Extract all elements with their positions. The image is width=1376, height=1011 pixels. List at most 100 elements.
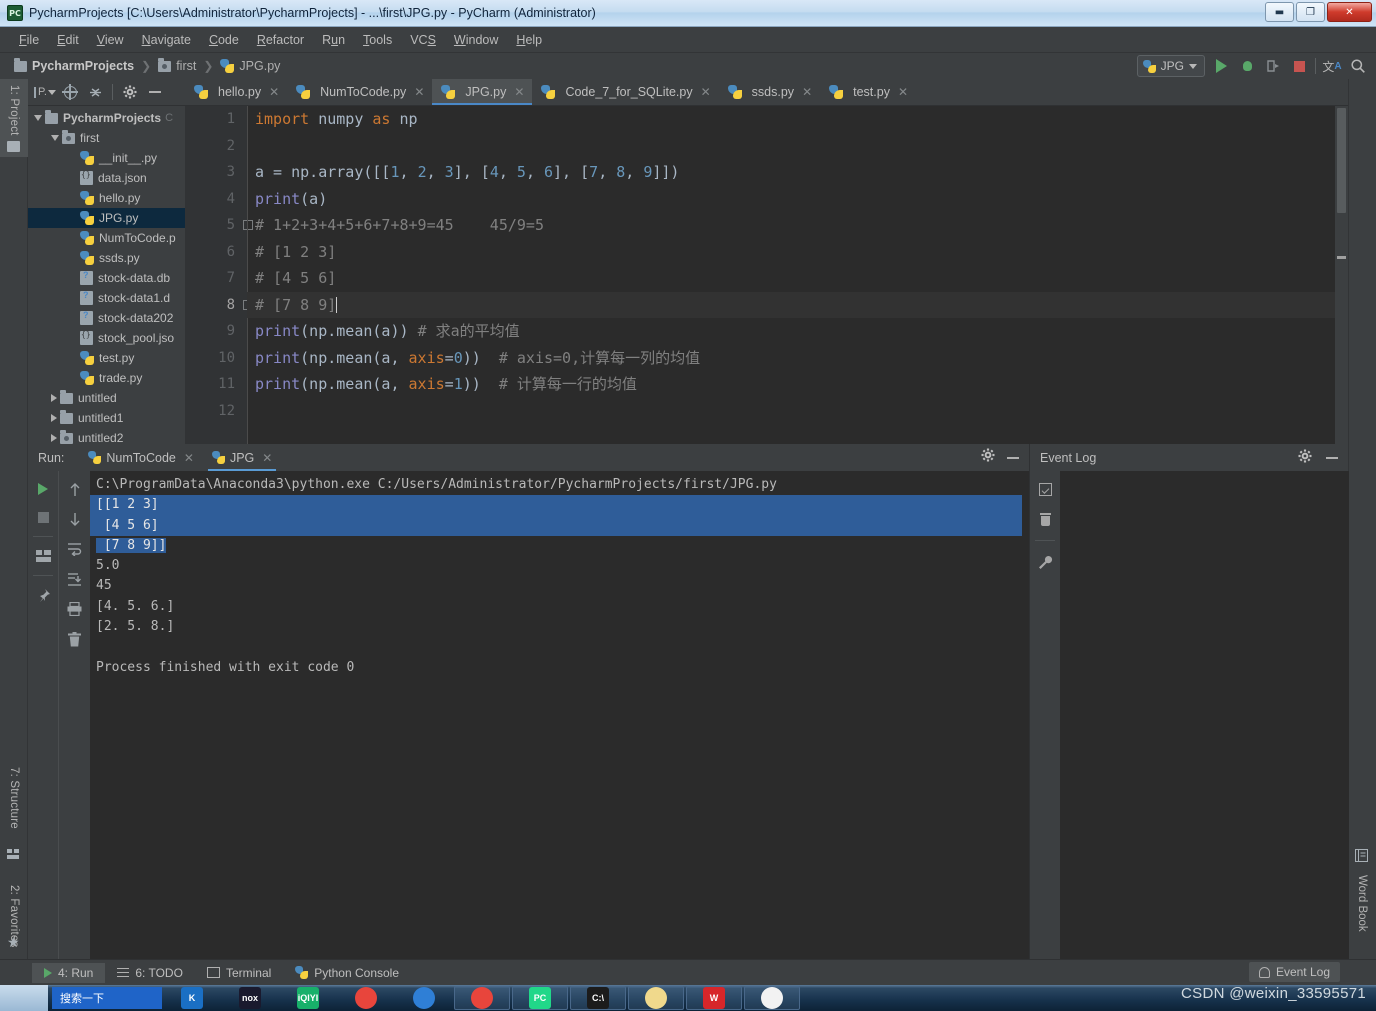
close-icon[interactable]: ✕ [269, 85, 279, 99]
clear-all-icon[interactable] [64, 627, 86, 651]
print-icon[interactable] [64, 597, 86, 621]
status-item-python-console[interactable]: Python Console [283, 963, 411, 983]
close-icon[interactable]: ✕ [802, 85, 812, 99]
taskbar-app-cmd-window[interactable]: C:\ [570, 986, 626, 1010]
taskbar-app-kingsoft[interactable]: K [164, 986, 220, 1010]
editor-tab-ssds-py[interactable]: ssds.py ✕ [719, 79, 820, 105]
status-item-event-log[interactable]: Event Log [1248, 962, 1340, 982]
taskbar-app-file-window[interactable] [744, 986, 800, 1010]
code-line[interactable]: print(a) [247, 186, 1348, 213]
rerun-icon[interactable] [32, 477, 54, 501]
editor-tab-jpg-py[interactable]: JPG.py ✕ [432, 79, 533, 105]
taskbar-app-iqiyi[interactable]: iQIYI [280, 986, 336, 1010]
console-output[interactable]: C:\ProgramData\Anaconda3\python.exe C:/U… [90, 471, 1029, 959]
layout-icon[interactable] [32, 544, 54, 568]
tree-node[interactable]: untitled1 [28, 408, 185, 428]
tree-node[interactable]: stock_pool.jso [28, 328, 185, 348]
tree-node[interactable]: JPG.py [28, 208, 185, 228]
menu-item-help[interactable]: Help [507, 30, 551, 50]
menu-item-window[interactable]: Window [445, 30, 507, 50]
tree-node[interactable]: stock-data202 [28, 308, 185, 328]
minimize-button[interactable]: ▬ [1265, 2, 1294, 22]
tree-node[interactable]: untitled2 [28, 428, 185, 444]
sidebar-item-structure[interactable]: 7: Structure [0, 761, 28, 853]
stop-icon[interactable] [1289, 56, 1309, 76]
chevron-right-icon[interactable] [51, 414, 57, 422]
taskbar-app-notes-window[interactable] [628, 986, 684, 1010]
tree-node[interactable]: first [28, 128, 185, 148]
menu-item-code[interactable]: Code [200, 30, 248, 50]
search-box[interactable]: 搜索一下 [52, 987, 162, 1009]
mark-read-icon[interactable] [1034, 477, 1056, 501]
run-tab-jpg[interactable]: JPG ✕ [204, 444, 280, 471]
menu-item-refactor[interactable]: Refactor [248, 30, 313, 50]
code-line[interactable]: print(np.mean(a)) # 求a的平均值 [247, 318, 1348, 345]
chevron-right-icon[interactable] [51, 394, 57, 402]
editor-scrollbar[interactable] [1335, 106, 1348, 444]
run-configuration-selector[interactable]: JPG [1136, 55, 1205, 77]
editor-tab-numtocode-py[interactable]: NumToCode.py ✕ [287, 79, 432, 105]
chevron-down-icon[interactable] [51, 135, 59, 141]
up-arrow-icon[interactable] [64, 477, 86, 501]
tree-node[interactable]: hello.py [28, 188, 185, 208]
search-icon[interactable] [1348, 56, 1368, 76]
taskbar-app-wps-window[interactable]: W [686, 986, 742, 1010]
tree-node[interactable]: trade.py [28, 368, 185, 388]
taskbar-app-browser[interactable] [396, 986, 452, 1010]
sidebar-item-word-book[interactable]: Word Book [1348, 869, 1376, 965]
menu-item-run[interactable]: Run [313, 30, 354, 50]
menu-item-file[interactable]: File [10, 30, 48, 50]
tree-node[interactable]: test.py [28, 348, 185, 368]
status-item-todo[interactable]: 6: TODO [105, 963, 195, 983]
breadcrumb-item-first[interactable]: first [158, 57, 196, 73]
code-line[interactable]: # [1 2 3] [247, 239, 1348, 266]
menu-item-navigate[interactable]: Navigate [133, 30, 200, 50]
taskbar-app-chrome-window[interactable] [454, 986, 510, 1010]
scrollbar-thumb[interactable] [1337, 108, 1346, 213]
menu-item-vcs[interactable]: VCS [401, 30, 445, 50]
soft-wrap-icon[interactable] [64, 537, 86, 561]
code-line[interactable]: import numpy as np [247, 106, 1348, 133]
code-line[interactable]: # 1+2+3+4+5+6+7+8+9=45 45/9=5 [247, 212, 1348, 239]
code-editor[interactable]: 1 2 3 4 5 6 7 8 9 10 11 12 import numpy as np a = np… [185, 106, 1348, 444]
chevron-down-icon[interactable] [34, 115, 42, 121]
maximize-button[interactable]: ❐ [1296, 2, 1325, 22]
tree-node[interactable]: __init__.py [28, 148, 185, 168]
run-tab-numtocode[interactable]: NumToCode ✕ [80, 444, 202, 471]
translate-icon[interactable]: 文A [1322, 56, 1342, 76]
close-icon[interactable]: ✕ [262, 451, 272, 465]
debug-icon[interactable] [1237, 56, 1257, 76]
taskbar-app-pycharm-window[interactable]: PC [512, 986, 568, 1010]
hide-icon[interactable] [1326, 456, 1338, 459]
stop-icon[interactable] [32, 505, 54, 529]
hide-icon[interactable] [1007, 456, 1019, 459]
code-line[interactable] [247, 398, 1348, 425]
editor-tab-code_7_for_sqlite-py[interactable]: Code_7_for_SQLite.py ✕ [532, 79, 718, 105]
run-icon[interactable] [1211, 56, 1231, 76]
delete-icon[interactable] [1034, 507, 1056, 531]
code-content[interactable]: import numpy as np a = np.array([[1, 2, 3… [247, 106, 1348, 444]
breadcrumb-item-file[interactable]: JPG.py [220, 59, 280, 73]
project-tree[interactable]: PycharmProjectsCfirst__init__.pydata.jso… [28, 106, 185, 444]
close-icon[interactable]: ✕ [514, 85, 524, 99]
configure-icon[interactable] [1034, 550, 1056, 574]
locate-icon[interactable] [59, 82, 81, 102]
scroll-to-end-icon[interactable] [64, 567, 86, 591]
code-line[interactable] [247, 133, 1348, 160]
menu-item-view[interactable]: View [88, 30, 133, 50]
collapse-all-icon[interactable] [84, 82, 106, 102]
menu-item-tools[interactable]: Tools [354, 30, 401, 50]
taskbar-app-nox[interactable]: nox [222, 986, 278, 1010]
chevron-right-icon[interactable] [51, 434, 57, 442]
start-button[interactable] [0, 985, 48, 1011]
settings-icon[interactable] [1298, 449, 1312, 466]
close-icon[interactable]: ✕ [414, 85, 424, 99]
settings-icon[interactable] [981, 448, 995, 467]
tree-node[interactable]: ssds.py [28, 248, 185, 268]
tree-node[interactable]: stock-data.db [28, 268, 185, 288]
tree-node[interactable]: PycharmProjects C [28, 108, 185, 128]
close-button[interactable]: ✕ [1327, 2, 1372, 22]
tree-node[interactable]: NumToCode.p [28, 228, 185, 248]
project-view-icon[interactable]: P. [34, 82, 56, 102]
editor-tab-hello-py[interactable]: hello.py ✕ [185, 79, 287, 105]
